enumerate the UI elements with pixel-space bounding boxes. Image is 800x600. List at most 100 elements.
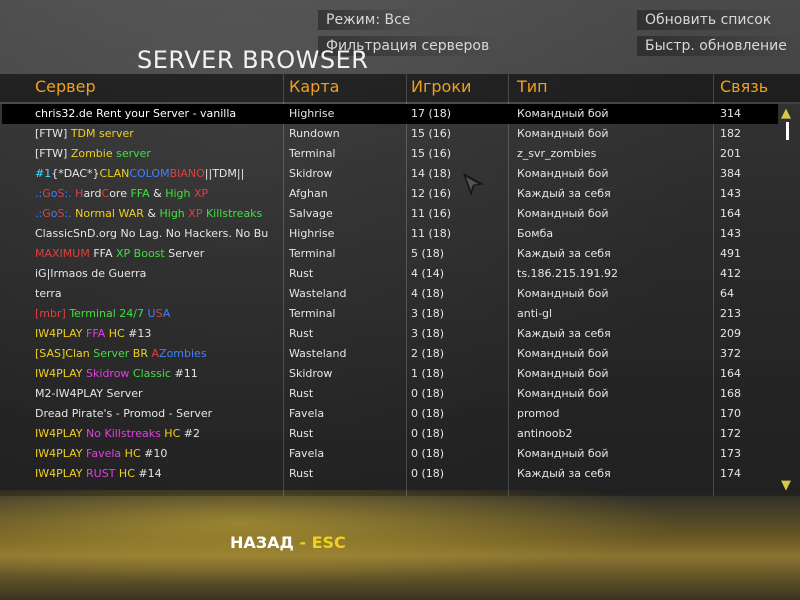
server-ping: 164 [720, 207, 741, 220]
server-row[interactable]: .:GoS:. HardCore FFA & High XP Afghan 12 (… [2, 184, 778, 204]
server-name-segment: A [151, 347, 160, 360]
server-row[interactable]: MAXIMUM FFA XP Boost Server Terminal 5 (18… [2, 244, 778, 264]
server-name-segment: Server [93, 347, 130, 360]
server-name: MAXIMUM FFA XP Boost Server [35, 247, 285, 260]
server-name: ClassicSnD.org No Lag. No Hackers. No Bu [35, 227, 285, 240]
server-name-segment: Classic [129, 367, 171, 380]
server-name-segment: XP [184, 207, 203, 220]
server-ping: 491 [720, 247, 741, 260]
refresh-list-button[interactable]: Обновить список [637, 10, 780, 30]
back-button[interactable]: НАЗАД - ESC [230, 533, 346, 552]
server-type: antinoob2 [517, 427, 573, 440]
server-row[interactable]: terra Wasteland 4 (18) Командный бой 64 [2, 284, 778, 304]
server-row[interactable]: IW4PLAY FFA HC #13 Rust 3 (18) Каждый за се… [2, 324, 778, 344]
server-name-segment: HC [115, 467, 139, 480]
server-name-segment: terra [35, 287, 62, 300]
server-name-segment: M2-IW4PLAY Server [35, 387, 143, 400]
server-map: Rundown [289, 127, 340, 140]
server-name-segment: CLAN [99, 167, 130, 180]
column-header-server[interactable]: Сервер [35, 77, 96, 96]
server-row[interactable]: chris32.de Rent your Server - vanilla Hig… [2, 104, 778, 124]
chevron-up-icon[interactable]: ▲ [781, 106, 791, 121]
server-type: Командный бой [517, 167, 609, 180]
back-separator: - [293, 533, 312, 552]
server-name: #1{*DAC*}CLANCOLOMBIANO||TDM|| [35, 167, 285, 180]
server-name-segment: HC [105, 327, 129, 340]
server-type: z_svr_zombies [517, 147, 597, 160]
column-header-map[interactable]: Карта [289, 77, 339, 96]
server-row[interactable]: [SAS]Clan Server BR AZombies Wasteland 2 (… [2, 344, 778, 364]
server-row[interactable]: M2-IW4PLAY Server Rust 0 (18) Командный бой… [2, 384, 778, 404]
server-players: 15 (16) [411, 127, 452, 140]
server-ping: 64 [720, 287, 734, 300]
server-name-segment: S [155, 307, 163, 320]
server-map: Terminal [289, 307, 336, 320]
server-row[interactable]: .:GoS:. Normal WAR & High XP Killstreaks… [2, 204, 778, 224]
server-name-segment: [FTW] [35, 147, 71, 160]
server-type: Каждый за себя [517, 467, 611, 480]
server-ping: 172 [720, 427, 741, 440]
server-map: Wasteland [289, 287, 347, 300]
server-ping: 170 [720, 407, 741, 420]
server-ping: 174 [720, 467, 741, 480]
server-name-segment: {*DAC*} [51, 167, 100, 180]
server-type: Командный бой [517, 367, 609, 380]
column-header-ping[interactable]: Связь [720, 77, 768, 96]
server-name: .:GoS:. HardCore FFA & High XP [35, 187, 285, 200]
server-type: Каждый за себя [517, 247, 611, 260]
server-name-segment: IW4PLAY [35, 467, 87, 480]
server-players: 5 (18) [411, 247, 445, 260]
server-name-segment: [SAS]Clan [35, 347, 94, 360]
server-row[interactable]: Dread Pirate's - Promod - Server Favela 0 … [2, 404, 778, 424]
server-row[interactable]: [FTW] TDM server Rundown 15 (16) Командный … [2, 124, 778, 144]
server-players: 0 (18) [411, 467, 445, 480]
server-map: Wasteland [289, 347, 347, 360]
server-players: 11 (16) [411, 207, 452, 220]
server-players: 11 (18) [411, 227, 452, 240]
scrollbar-thumb[interactable] [786, 122, 789, 140]
server-row[interactable]: #1{*DAC*}CLANCOLOMBIANO||TDM|| Skidrow 14 … [2, 164, 778, 184]
server-map: Highrise [289, 227, 335, 240]
server-name-segment: A [162, 307, 171, 320]
server-ping: 168 [720, 387, 741, 400]
server-row[interactable]: iG|Irmaos de Guerra Rust 4 (14) ts.186.215.… [2, 264, 778, 284]
server-type: promod [517, 407, 560, 420]
server-name-segment: #13 [128, 327, 152, 340]
server-name-segment: :. [64, 187, 76, 200]
server-map: Rust [289, 427, 314, 440]
quick-refresh-button[interactable]: Быстр. обновление [637, 36, 795, 56]
column-header-type[interactable]: Тип [517, 77, 548, 96]
server-name-segment: #2 [183, 427, 200, 440]
server-row[interactable]: [FTW] Zombie server Terminal 15 (16) z_svr_… [2, 144, 778, 164]
server-row[interactable]: IW4PLAY Skidrow Classic #11 Skidrow 1 (18)… [2, 364, 778, 384]
server-name-segment: IW4PLAY [35, 327, 87, 340]
server-name-segment: XP [190, 187, 209, 200]
mode-button[interactable]: Режим: Все [318, 10, 419, 30]
server-name-segment: BIANO [169, 167, 205, 180]
cursor-arrow-icon [462, 172, 486, 200]
back-key: ESC [311, 533, 346, 552]
server-name-segment: FFA [86, 327, 106, 340]
server-name: IW4PLAY RUST HC #14 [35, 467, 285, 480]
server-name: M2-IW4PLAY Server [35, 387, 285, 400]
chevron-down-icon[interactable]: ▼ [781, 478, 791, 493]
server-row[interactable]: IW4PLAY RUST HC #14 Rust 0 (18) Каждый за с… [2, 464, 778, 484]
server-ping: 412 [720, 267, 741, 280]
server-name-segment: High [165, 187, 191, 200]
server-ping: 201 [720, 147, 741, 160]
server-name: IW4PLAY Favela HC #10 [35, 447, 285, 460]
column-header-players[interactable]: Игроки [411, 77, 471, 96]
server-name-segment: HC [121, 447, 145, 460]
server-name-segment: Dread Pirate's - Promod - Server [35, 407, 213, 420]
server-name: Dread Pirate's - Promod - Server [35, 407, 285, 420]
server-row[interactable]: ClassicSnD.org No Lag. No Hackers. No Bu… [2, 224, 778, 244]
server-row[interactable]: IW4PLAY Favela HC #10 Favela 0 (18) Командн… [2, 444, 778, 464]
server-type: ts.186.215.191.92 [517, 267, 619, 280]
server-row[interactable]: IW4PLAY No Killstreaks HC #2 Rust 0 (18) an… [2, 424, 778, 444]
server-row[interactable]: [mbr] Terminal 24/7 USA Terminal 3 (18) ant… [2, 304, 778, 324]
server-name-segment: Zombie [70, 147, 113, 160]
server-name-segment: [mbr] [35, 307, 70, 320]
server-name-segment: WAR [114, 207, 144, 220]
server-type: Командный бой [517, 287, 609, 300]
server-name-segment: IW4PLAY [35, 447, 87, 460]
